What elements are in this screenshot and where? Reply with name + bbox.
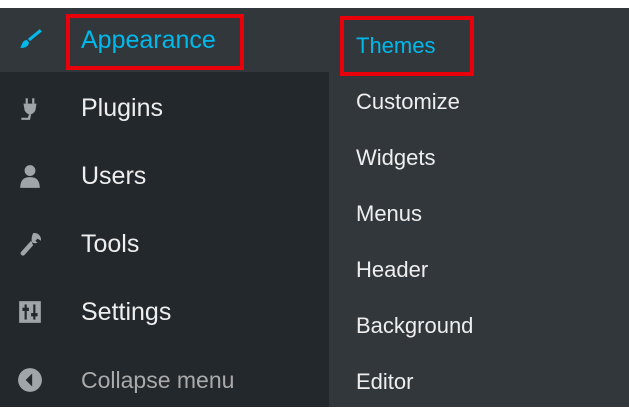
sidebar-item-label: Settings (81, 297, 172, 326)
paintbrush-icon (16, 26, 44, 54)
submenu-item-background[interactable]: Background (329, 298, 629, 354)
sidebar-item-label: Appearance (81, 25, 216, 54)
sidebar-item-plugins[interactable]: Plugins (0, 76, 329, 140)
submenu-item-themes[interactable]: Themes (329, 18, 629, 74)
submenu-item-label: Widgets (356, 145, 436, 170)
submenu-item-customize[interactable]: Customize (329, 74, 629, 130)
admin-sidebar: Appearance Plugins Users Tools Settings … (0, 8, 329, 407)
collapse-menu-label: Collapse menu (81, 366, 235, 393)
sidebar-item-label: Tools (81, 229, 140, 258)
submenu-item-label: Menus (356, 201, 423, 226)
cropped-heading-strip (0, 0, 629, 8)
sidebar-item-appearance[interactable]: Appearance (0, 8, 329, 72)
collapse-arrow-icon (16, 366, 44, 394)
submenu-item-label: Customize (356, 89, 460, 114)
submenu-item-label: Header (356, 257, 429, 282)
submenu-item-label: Themes (356, 33, 436, 58)
appearance-submenu: Themes Customize Widgets Menus Header Ba… (329, 8, 629, 407)
sidebar-item-tools[interactable]: Tools (0, 212, 329, 276)
submenu-item-menus[interactable]: Menus (329, 186, 629, 242)
sidebar-item-label: Users (81, 161, 147, 190)
submenu-item-label: Background (356, 313, 474, 338)
submenu-pointer-arrow (313, 36, 325, 60)
submenu-item-label: Editor (356, 369, 414, 394)
user-icon (16, 162, 44, 190)
plug-icon (16, 94, 44, 122)
wrench-icon (16, 230, 44, 258)
sidebar-item-settings[interactable]: Settings (0, 280, 329, 344)
submenu-item-widgets[interactable]: Widgets (329, 130, 629, 186)
sidebar-item-label: Plugins (81, 93, 163, 122)
submenu-item-editor[interactable]: Editor (329, 354, 629, 410)
collapse-menu-button[interactable]: Collapse menu (0, 348, 329, 412)
submenu-item-header[interactable]: Header (329, 242, 629, 298)
sliders-icon (16, 298, 44, 326)
sidebar-item-users[interactable]: Users (0, 144, 329, 208)
